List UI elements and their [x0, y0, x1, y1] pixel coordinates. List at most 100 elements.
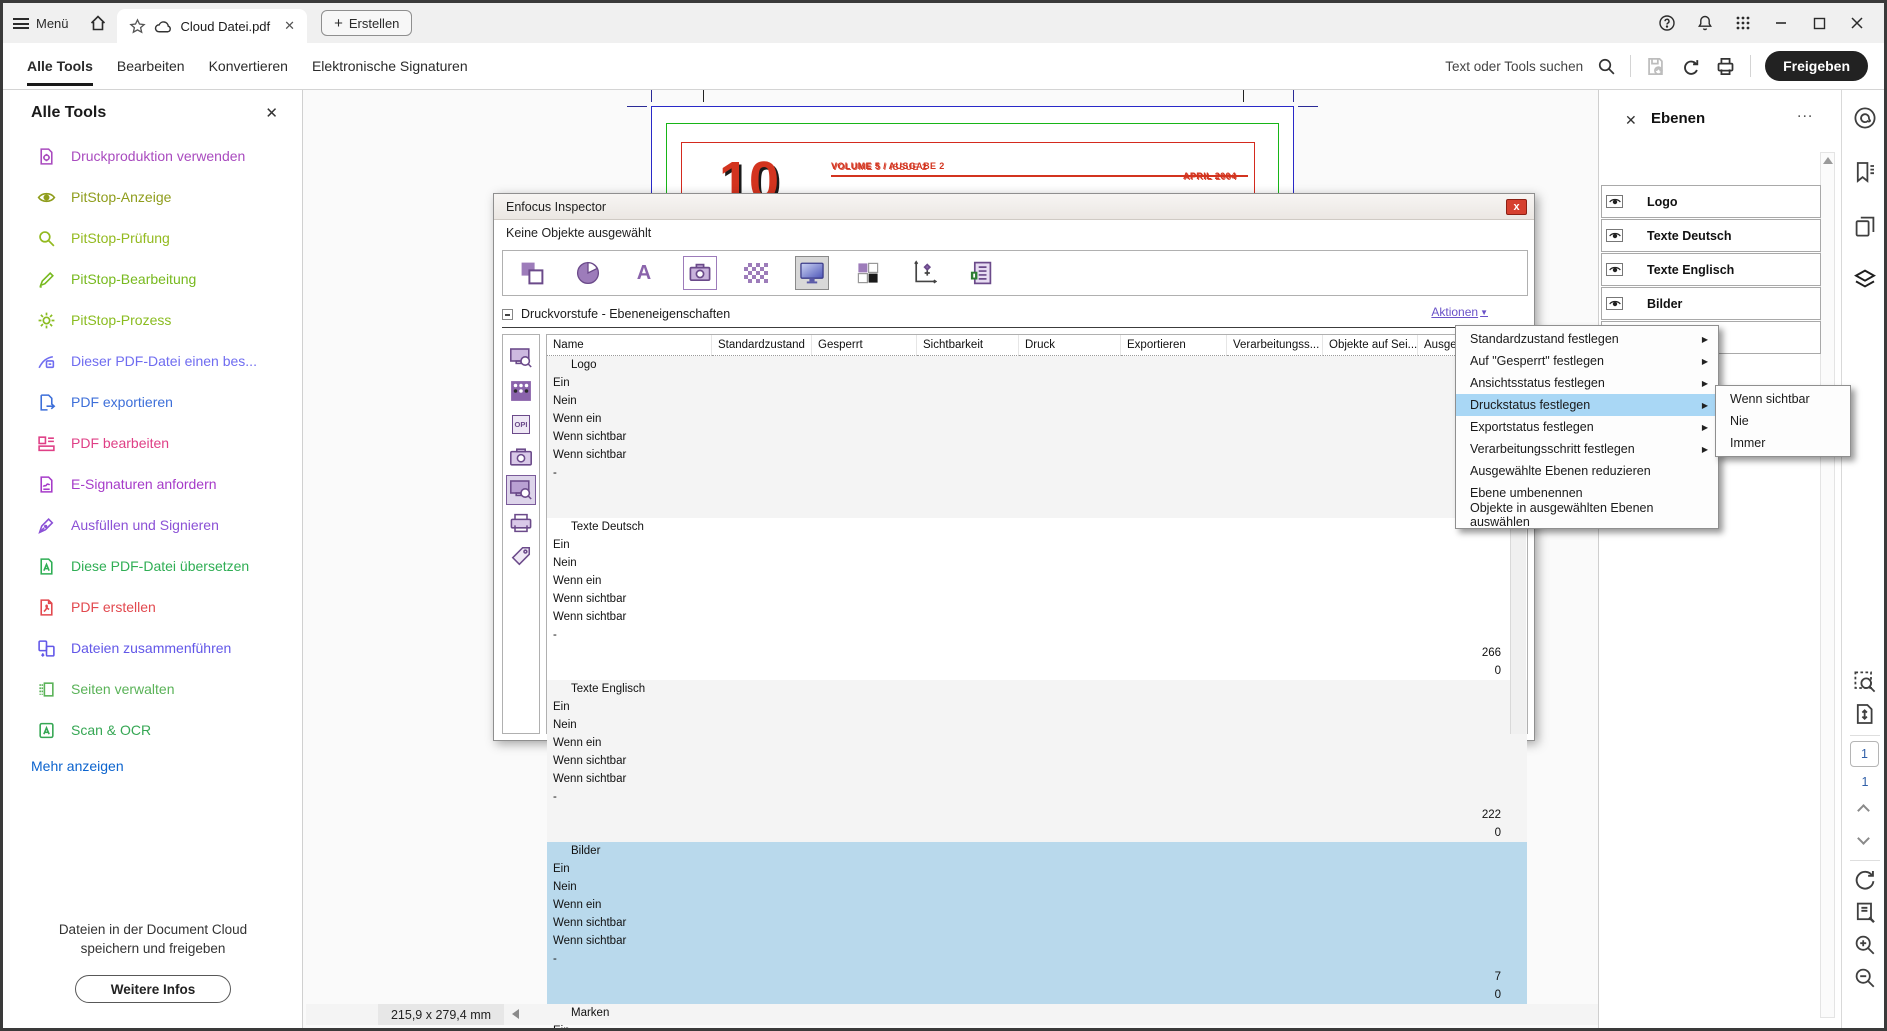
- image-category-button[interactable]: [683, 256, 717, 290]
- tab-bearbeiten[interactable]: Bearbeiten: [117, 43, 185, 89]
- layers-tool-button[interactable]: [1853, 267, 1877, 291]
- page-thumbnails-button[interactable]: [1853, 214, 1877, 238]
- sidebar-item-seiten-verwalten[interactable]: Seiten verwalten: [3, 669, 302, 709]
- sidebar-item-pdf-exportieren[interactable]: PDF exportieren: [3, 382, 302, 422]
- visibility-toggle[interactable]: [1606, 229, 1623, 242]
- sidebar-item-pdf-erstellen[interactable]: PDF erstellen: [3, 587, 302, 627]
- menu-item-standardzustand[interactable]: Standardzustand festlegen▶: [1456, 328, 1718, 350]
- share-button[interactable]: Freigeben: [1765, 51, 1868, 81]
- close-window-button[interactable]: [1840, 8, 1874, 38]
- maximize-button[interactable]: [1802, 8, 1836, 38]
- column-header[interactable]: Sichtbarkeit: [917, 335, 1019, 356]
- layer-row-logo[interactable]: Logo: [1601, 185, 1821, 218]
- sidebar-item-pdf-stempel[interactable]: Dieser PDF-Datei einen bes...: [3, 341, 302, 381]
- menu-item-exportstatus[interactable]: Exportstatus festlegen▶: [1456, 416, 1718, 438]
- sidebar-item-pitstop-anzeige[interactable]: PitStop-Anzeige: [3, 177, 302, 217]
- bookmarks-tool-button[interactable]: [1853, 160, 1877, 184]
- tag-view-button[interactable]: [506, 541, 536, 571]
- column-header[interactable]: Gesperrt: [812, 335, 917, 356]
- menu-item-gesperrt[interactable]: Auf "Gesperrt" festlegen▶: [1456, 350, 1718, 372]
- menu-item-ansichtsstatus[interactable]: Ansichtsstatus festlegen▶: [1456, 372, 1718, 394]
- scroll-up-icon[interactable]: [1823, 157, 1833, 164]
- column-header[interactable]: Objekte auf Sei...: [1323, 335, 1418, 356]
- more-info-button[interactable]: Weitere Infos: [75, 975, 231, 1003]
- print-view-button[interactable]: [506, 508, 536, 538]
- column-header[interactable]: Name: [547, 335, 712, 356]
- zoom-in-button[interactable]: [1853, 933, 1877, 957]
- sidebar-item-ausfuellen-signieren[interactable]: Ausfüllen und Signieren: [3, 505, 302, 545]
- submenu-item-immer[interactable]: Immer: [1716, 432, 1850, 454]
- position-category-button[interactable]: [907, 256, 941, 290]
- search-label[interactable]: Text oder Tools suchen: [1445, 59, 1583, 74]
- menu-item-verarbeitungsschritt[interactable]: Verarbeitungsschritt festlegen▶: [1456, 438, 1718, 460]
- search-icon[interactable]: [1597, 57, 1616, 76]
- prepress-category-button[interactable]: [795, 256, 829, 290]
- panel-scrollbar[interactable]: [1820, 152, 1835, 1018]
- metadata-category-button[interactable]: [963, 256, 997, 290]
- text-category-button[interactable]: A: [627, 256, 661, 290]
- show-more-link[interactable]: Mehr anzeigen: [31, 758, 124, 774]
- column-header[interactable]: Standardzustand: [712, 335, 812, 356]
- tab-e-signaturen[interactable]: Elektronische Signaturen: [312, 43, 468, 89]
- pattern-category-button[interactable]: [739, 256, 773, 290]
- menu-button[interactable]: Menü: [3, 3, 79, 43]
- sidebar-item-uebersetzen[interactable]: Diese PDF-Datei übersetzen: [3, 546, 302, 586]
- menu-item-druckstatus[interactable]: Druckstatus festlegen▶: [1456, 394, 1718, 416]
- close-sidebar-button[interactable]: ✕: [265, 104, 278, 122]
- panel-options-button[interactable]: ...: [1797, 104, 1813, 122]
- layer-row-texte-englisch[interactable]: Texte Englisch: [1601, 253, 1821, 286]
- sidebar-item-pdf-bearbeiten[interactable]: PDF bearbeiten: [3, 423, 302, 463]
- column-header[interactable]: Verarbeitungss...: [1227, 335, 1323, 356]
- screen-preview-button[interactable]: [506, 343, 536, 373]
- column-header[interactable]: Druck: [1019, 335, 1121, 356]
- apps-grid-button[interactable]: [1726, 8, 1760, 38]
- minimize-button[interactable]: [1764, 8, 1798, 38]
- separations-category-button[interactable]: [851, 256, 885, 290]
- dialog-titlebar[interactable]: Enfocus Inspector x: [494, 194, 1534, 220]
- actions-link[interactable]: Aktionen▼: [1431, 305, 1488, 319]
- visibility-toggle[interactable]: [1606, 195, 1623, 208]
- sidebar-item-druckproduktion[interactable]: Druckproduktion verwenden: [3, 136, 302, 176]
- star-icon[interactable]: [129, 18, 146, 35]
- close-panel-button[interactable]: ✕: [1625, 112, 1637, 129]
- comments-tool-button[interactable]: [1853, 106, 1877, 130]
- previous-page-button[interactable]: [1857, 804, 1870, 817]
- fill-stroke-category-button[interactable]: [515, 256, 549, 290]
- collapse-section-icon[interactable]: [502, 309, 513, 320]
- help-button[interactable]: [1650, 8, 1684, 38]
- submenu-item-nie[interactable]: Nie: [1716, 410, 1850, 432]
- menu-item-ebenen-reduzieren[interactable]: Ausgewählte Ebenen reduzieren: [1456, 460, 1718, 482]
- submenu-item-wenn-sichtbar[interactable]: Wenn sichtbar: [1716, 388, 1850, 410]
- create-button[interactable]: + Erstellen: [321, 10, 412, 36]
- page-view-button[interactable]: [1853, 900, 1877, 924]
- visibility-toggle[interactable]: [1606, 297, 1623, 310]
- sidebar-item-zusammenfuehren[interactable]: Dateien zusammenführen: [3, 628, 302, 668]
- scroll-left-arrow-icon[interactable]: [512, 1009, 519, 1019]
- sidebar-item-e-signaturen[interactable]: E-Signaturen anfordern: [3, 464, 302, 504]
- fit-page-button[interactable]: [1853, 702, 1877, 726]
- cloud-sync-icon[interactable]: [1680, 56, 1701, 77]
- sidebar-item-pitstop-bearbeitung[interactable]: PitStop-Bearbeitung: [3, 259, 302, 299]
- print-icon[interactable]: [1715, 56, 1736, 77]
- image-view-button[interactable]: [506, 442, 536, 472]
- sidebar-item-pitstop-prozess[interactable]: PitStop-Prozess: [3, 300, 302, 340]
- home-button[interactable]: [79, 3, 117, 43]
- tab-alle-tools[interactable]: Alle Tools: [27, 43, 93, 89]
- sidebar-item-scan-ocr[interactable]: Scan & OCR: [3, 710, 302, 750]
- rotate-view-button[interactable]: [1853, 868, 1877, 892]
- document-tab[interactable]: Cloud Datei.pdf ✕: [117, 9, 308, 43]
- dialog-close-button[interactable]: x: [1506, 199, 1527, 215]
- save-icon[interactable]: [1645, 56, 1666, 77]
- next-page-button[interactable]: [1857, 832, 1870, 845]
- opi-view-button[interactable]: OPI: [506, 409, 536, 439]
- page-number-input[interactable]: 1: [1850, 741, 1879, 767]
- tab-konvertieren[interactable]: Konvertieren: [209, 43, 288, 89]
- marquee-zoom-button[interactable]: [1853, 670, 1877, 694]
- visibility-toggle[interactable]: [1606, 263, 1623, 276]
- notifications-button[interactable]: [1688, 8, 1722, 38]
- layer-properties-button[interactable]: [506, 475, 536, 505]
- sidebar-item-pitstop-pruefung[interactable]: PitStop-Prüfung: [3, 218, 302, 258]
- menu-item-objekte-auswaehlen[interactable]: Objekte in ausgewählten Ebenen auswählen: [1456, 504, 1718, 526]
- halftone-view-button[interactable]: [506, 376, 536, 406]
- layer-row-texte-deutsch[interactable]: Texte Deutsch: [1601, 219, 1821, 252]
